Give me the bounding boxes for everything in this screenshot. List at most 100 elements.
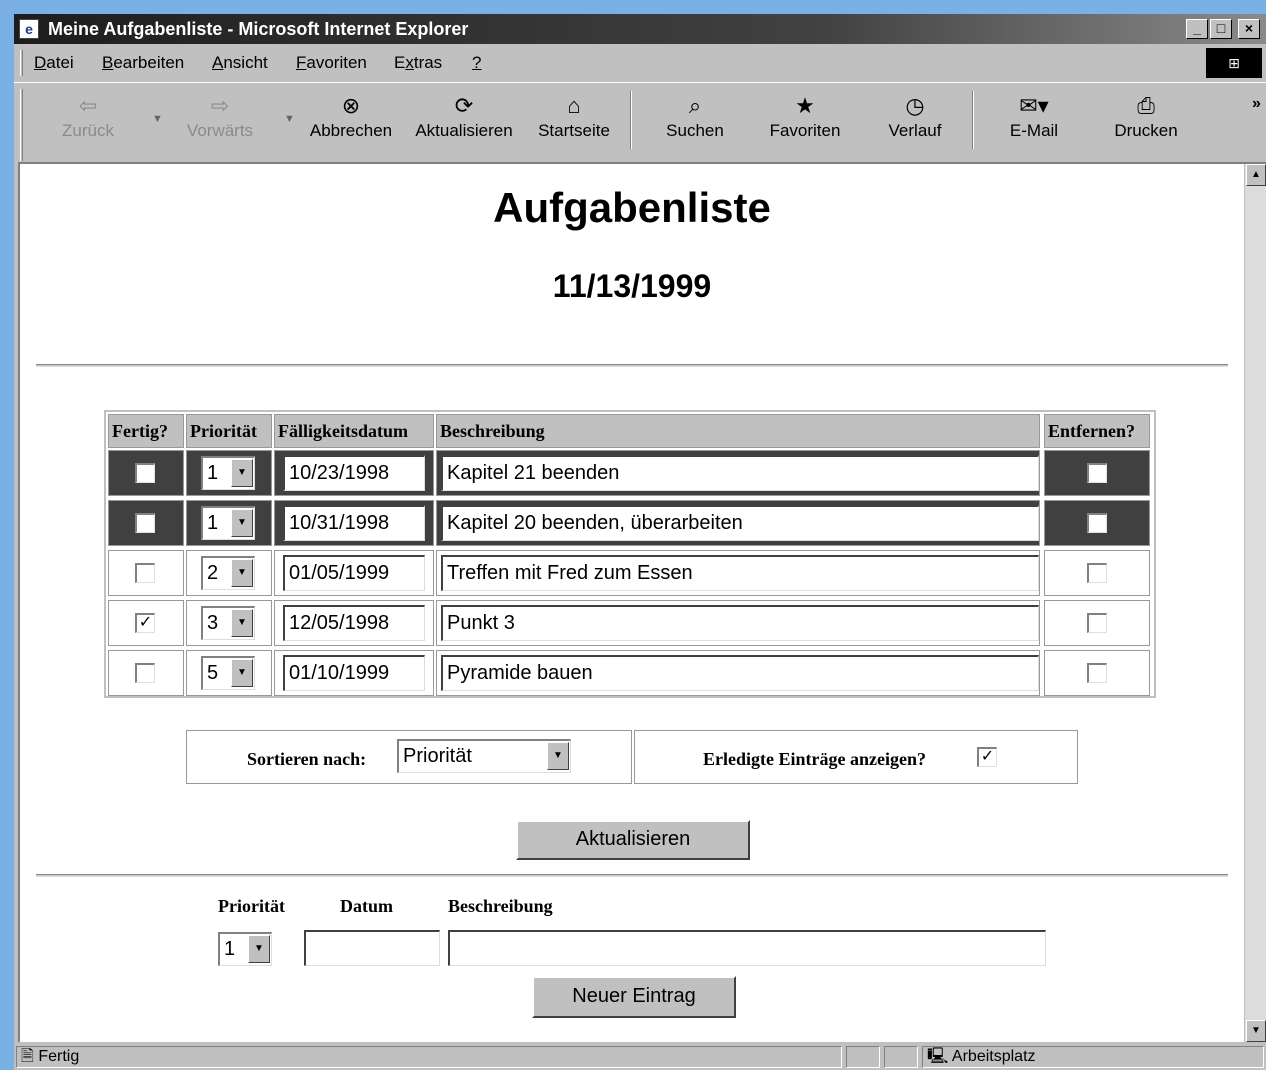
- windows-logo-icon: ⊞: [1206, 48, 1262, 78]
- chevron-down-icon: ▼: [231, 609, 253, 637]
- scroll-down-icon[interactable]: ▼: [1246, 1020, 1266, 1042]
- favorites-icon: ★: [795, 93, 815, 118]
- print-button[interactable]: ⎙ Drucken: [1110, 91, 1182, 141]
- menu-favoriten[interactable]: Favoriten: [296, 53, 367, 73]
- menu-bearbeiten[interactable]: Bearbeiten: [102, 53, 184, 73]
- page-title: Aufgabenliste: [493, 184, 771, 231]
- refresh-button[interactable]: ⟳ Aktualisieren: [412, 91, 516, 141]
- due-date-field[interactable]: 12/05/1998: [283, 605, 425, 641]
- description-field[interactable]: Punkt 3: [441, 605, 1039, 641]
- chevron-down-icon: ▼: [547, 742, 569, 770]
- chevron-down-icon: ▼: [231, 659, 253, 687]
- stop-button[interactable]: ⊗ Abbrechen: [306, 91, 396, 141]
- remove-checkbox[interactable]: [1087, 463, 1107, 483]
- done-cell: [108, 450, 184, 496]
- home-button[interactable]: ⌂ Startseite: [534, 91, 614, 141]
- new-entry-button[interactable]: Neuer Eintrag: [532, 976, 736, 1018]
- divider: [36, 364, 1228, 367]
- menu-datei[interactable]: Datei: [34, 53, 74, 73]
- due-date-field[interactable]: 01/05/1999: [283, 555, 425, 591]
- chevron-down-icon: ▼: [231, 559, 253, 587]
- vertical-scrollbar[interactable]: ▲ ▼: [1244, 164, 1266, 1042]
- task-table: Fertig? Priorität Fälligkeitsdatum Besch…: [104, 410, 1156, 698]
- date-cell: 10/23/1998: [274, 450, 434, 496]
- header-done: Fertig?: [108, 414, 184, 448]
- history-button[interactable]: ◷ Verlauf: [882, 91, 948, 141]
- priority-select[interactable]: 1 ▼: [201, 506, 255, 540]
- description-field[interactable]: Kapitel 21 beenden: [441, 455, 1039, 491]
- header-description: Beschreibung: [436, 414, 1040, 448]
- back-button[interactable]: ⇦ Zurück: [58, 91, 118, 141]
- new-date-field[interactable]: [304, 930, 440, 966]
- computer-icon: 🖳: [927, 1048, 949, 1065]
- description-field[interactable]: Kapitel 20 beenden, überarbeiten: [441, 505, 1039, 541]
- back-dropdown-icon[interactable]: ▼: [152, 113, 163, 125]
- due-date-field[interactable]: 10/31/1998: [283, 505, 425, 541]
- remove-checkbox[interactable]: [1087, 563, 1107, 583]
- forward-arrow-icon: ⇨: [210, 93, 230, 118]
- forward-button[interactable]: ⇨ Vorwärts: [182, 91, 258, 141]
- done-checkbox[interactable]: [135, 463, 155, 483]
- update-button[interactable]: Aktualisieren: [516, 820, 750, 860]
- sort-label: Sortieren nach:: [247, 749, 367, 769]
- toolbar-grip[interactable]: [20, 89, 23, 161]
- title-bar: e Meine Aufgabenliste - Microsoft Intern…: [14, 14, 1266, 44]
- sort-select[interactable]: Priorität ▼: [397, 739, 571, 773]
- search-button[interactable]: ⌕ Suchen: [660, 91, 730, 141]
- page-date: 11/13/1999: [552, 268, 712, 304]
- toolbar-more-icon[interactable]: »: [1252, 95, 1261, 113]
- history-icon: ◷: [905, 93, 925, 118]
- priority-select[interactable]: 1 ▼: [201, 456, 255, 490]
- forward-dropdown-icon[interactable]: ▼: [284, 113, 295, 125]
- done-checkbox[interactable]: ✓: [135, 613, 155, 633]
- remove-checkbox[interactable]: [1087, 513, 1107, 533]
- search-icon: ⌕: [688, 93, 702, 118]
- date-cell: 12/05/1998: [274, 600, 434, 646]
- new-date-label: Datum: [340, 896, 393, 916]
- priority-select[interactable]: 5 ▼: [201, 656, 255, 690]
- status-panel: [846, 1046, 880, 1068]
- description-cell: Treffen mit Fred zum Essen: [436, 550, 1040, 596]
- maximize-button[interactable]: □: [1210, 19, 1232, 39]
- new-description-field[interactable]: [448, 930, 1046, 966]
- due-date-field[interactable]: 01/10/1999: [283, 655, 425, 691]
- zone-text: Arbeitsplatz: [951, 1048, 1036, 1065]
- menu-extras[interactable]: Extras: [394, 53, 442, 73]
- date-cell: 10/31/1998: [274, 500, 434, 546]
- new-description-label: Beschreibung: [448, 896, 553, 916]
- scroll-up-icon[interactable]: ▲: [1246, 164, 1266, 186]
- toolbar-separator: [972, 91, 974, 149]
- remove-cell: [1044, 550, 1150, 596]
- done-cell: [108, 550, 184, 596]
- home-icon: ⌂: [567, 93, 581, 118]
- done-checkbox[interactable]: [135, 563, 155, 583]
- menu-ansicht[interactable]: Ansicht: [212, 53, 268, 73]
- remove-checkbox[interactable]: [1087, 613, 1107, 633]
- priority-select[interactable]: 2 ▼: [201, 556, 255, 590]
- done-checkbox[interactable]: [135, 513, 155, 533]
- browser-window: e Meine Aufgabenliste - Microsoft Intern…: [14, 14, 1266, 1070]
- done-checkbox[interactable]: [135, 663, 155, 683]
- new-priority-select[interactable]: 1 ▼: [218, 932, 272, 966]
- minimize-button[interactable]: _: [1186, 19, 1208, 39]
- due-date-field[interactable]: 10/23/1998: [283, 455, 425, 491]
- menu-grip[interactable]: [20, 50, 23, 76]
- status-bar: 🗎 Fertig 🖳 Arbeitsplatz: [14, 1044, 1266, 1070]
- status-panel: [884, 1046, 918, 1068]
- chevron-down-icon: ▼: [248, 935, 270, 963]
- status-text-panel: 🗎 Fertig: [16, 1046, 842, 1068]
- remove-checkbox[interactable]: [1087, 663, 1107, 683]
- description-field[interactable]: Treffen mit Fred zum Essen: [441, 555, 1039, 591]
- checkmark-icon: ✓: [138, 614, 153, 631]
- description-field[interactable]: Pyramide bauen: [441, 655, 1039, 691]
- header-remove: Entfernen?: [1044, 414, 1150, 448]
- show-done-checkbox[interactable]: ✓: [977, 747, 997, 767]
- mail-button[interactable]: ✉▾ E-Mail: [1004, 91, 1064, 141]
- priority-select[interactable]: 3 ▼: [201, 606, 255, 640]
- mail-icon: ✉▾: [1019, 93, 1049, 118]
- favorites-button[interactable]: ★ Favoriten: [762, 91, 848, 141]
- show-done-label: Erledigte Einträge anzeigen?: [703, 749, 926, 769]
- done-cell: ✓: [108, 600, 184, 646]
- menu-help[interactable]: ?: [472, 53, 481, 73]
- close-button[interactable]: ×: [1238, 19, 1260, 39]
